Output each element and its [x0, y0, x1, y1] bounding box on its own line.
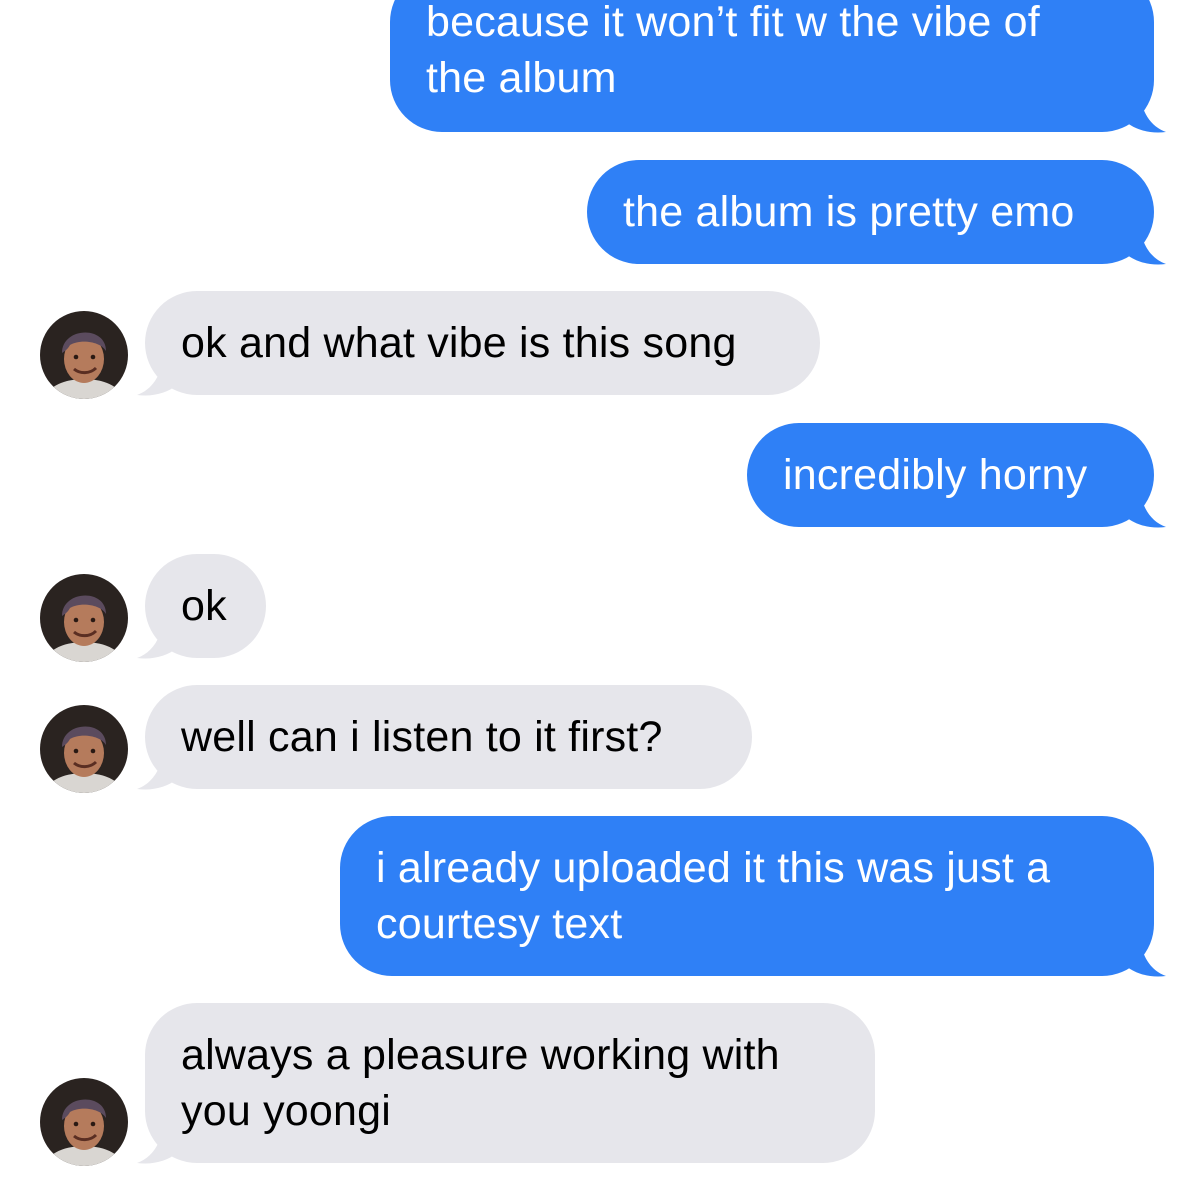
- received-bubble-tail: [137, 357, 177, 396]
- contact-avatar[interactable]: [40, 574, 128, 662]
- message-text-line: you yoongi: [181, 1087, 391, 1135]
- received-bubble-tail: [137, 1125, 177, 1164]
- sent-bubble-tail: [1126, 226, 1166, 265]
- message-text-line: always a pleasure working with: [181, 1031, 780, 1079]
- sent-message-bubble[interactable]: i already uploaded it this was just a co…: [340, 816, 1154, 976]
- message-text-line: well can i listen to it first?: [181, 713, 663, 761]
- message-text-line: ok and what vibe is this song: [181, 319, 737, 367]
- message-text-line: i already uploaded it this was just a: [376, 844, 1051, 892]
- contact-avatar[interactable]: [40, 311, 128, 399]
- contact-avatar[interactable]: [40, 705, 128, 793]
- received-message-bubble[interactable]: always a pleasure working with you yoong…: [145, 1003, 875, 1163]
- message-text-line: the album is pretty emo: [623, 188, 1075, 236]
- received-bubble-tail: [137, 620, 177, 659]
- contact-avatar[interactable]: [40, 1078, 128, 1166]
- message-thread: because it won’t fit w the vibe of the a…: [0, 0, 1200, 1196]
- sent-bubble-tail: [1126, 938, 1166, 977]
- message-text-line: courtesy text: [376, 900, 623, 948]
- sent-bubble-tail: [1126, 94, 1166, 133]
- received-message-bubble[interactable]: well can i listen to it first?: [145, 685, 752, 789]
- message-text-line: incredibly horny: [783, 451, 1088, 499]
- message-text-line: because it won’t fit w the vibe of: [426, 0, 1040, 46]
- sent-message-bubble[interactable]: because it won’t fit w the vibe of the a…: [390, 0, 1154, 132]
- received-message-bubble[interactable]: ok and what vibe is this song: [145, 291, 820, 395]
- message-text-line: ok: [181, 582, 227, 630]
- received-bubble-tail: [137, 751, 177, 790]
- sent-bubble-tail: [1126, 489, 1166, 528]
- sent-message-bubble[interactable]: the album is pretty emo: [587, 160, 1154, 264]
- message-text-line: the album: [426, 54, 617, 102]
- sent-message-bubble[interactable]: incredibly horny: [747, 423, 1154, 527]
